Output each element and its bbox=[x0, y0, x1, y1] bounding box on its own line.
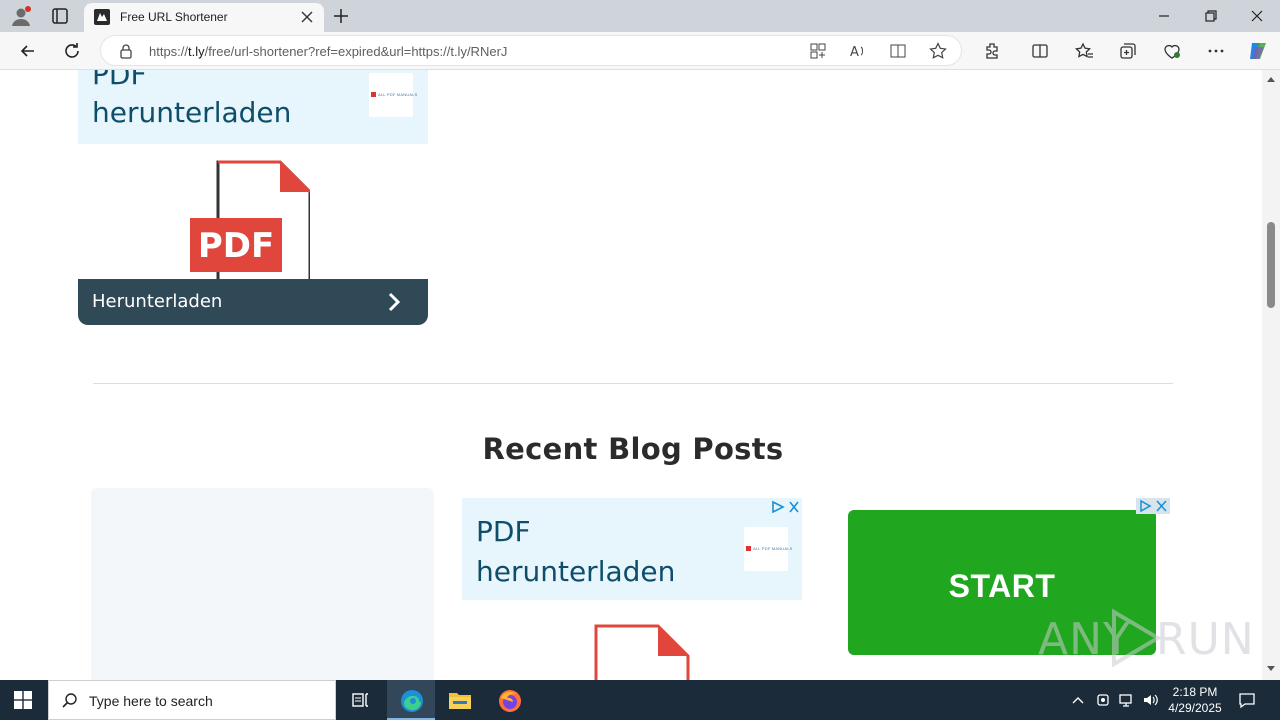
ad-logo: ALL PDF MANUALS bbox=[369, 73, 417, 117]
browser-toolbar: https://t.ly/free/url-shortener?ref=expi… bbox=[0, 32, 1280, 70]
chevron-right-icon bbox=[388, 292, 401, 312]
tab-title: Free URL Shortener bbox=[120, 10, 228, 24]
favorites-icon[interactable] bbox=[1074, 41, 1094, 61]
scroll-up-icon[interactable] bbox=[1267, 76, 1275, 82]
ad-pdf-download-middle[interactable]: PDF herunterladen ALL PDF MANUALS bbox=[462, 498, 802, 680]
notification-icon[interactable] bbox=[1238, 691, 1256, 709]
ad-headline: PDF herunterladen bbox=[476, 515, 676, 588]
refresh-icon[interactable] bbox=[62, 41, 82, 61]
chevron-up-icon[interactable] bbox=[1070, 692, 1086, 708]
close-icon[interactable] bbox=[300, 10, 314, 24]
meet-now-icon[interactable] bbox=[1095, 692, 1111, 708]
lock-icon[interactable] bbox=[119, 43, 133, 59]
scroll-down-icon[interactable] bbox=[1267, 666, 1275, 672]
ad-choices-icon[interactable] bbox=[1136, 498, 1170, 514]
svg-text:A: A bbox=[850, 45, 859, 60]
close-window-icon[interactable] bbox=[1249, 8, 1265, 24]
address-bar[interactable]: https://t.ly/free/url-shortener?ref=expi… bbox=[100, 35, 962, 66]
immersive-reader-icon[interactable] bbox=[889, 42, 907, 60]
pdf-label: PDF bbox=[198, 226, 274, 266]
ad-header: PDF herunterladen ALL PDF MANUALS bbox=[462, 498, 802, 600]
page-viewport: PDF herunterladen ALL PDF MANUALS PDF He… bbox=[0, 70, 1262, 680]
taskbar-search[interactable]: Type here to search bbox=[48, 680, 336, 720]
taskbar-firefox[interactable] bbox=[485, 680, 533, 720]
windows-taskbar: Type here to search 2:18 PM 4/29/2025 bbox=[0, 680, 1280, 720]
title-bar: Free URL Shortener bbox=[0, 0, 1280, 32]
windows-start-icon[interactable] bbox=[14, 691, 32, 709]
ad-headline: PDF herunterladen bbox=[92, 70, 292, 129]
section-title: Recent Blog Posts bbox=[482, 432, 784, 466]
split-screen-icon[interactable] bbox=[1030, 41, 1050, 61]
more-icon[interactable] bbox=[1206, 41, 1226, 61]
site-favicon bbox=[94, 9, 110, 25]
section-divider bbox=[93, 383, 1173, 384]
back-icon[interactable] bbox=[18, 41, 38, 61]
ad-pdf-download[interactable]: PDF herunterladen ALL PDF MANUALS PDF He… bbox=[78, 70, 428, 325]
file-explorer-icon bbox=[449, 693, 471, 709]
taskbar-edge[interactable] bbox=[387, 680, 435, 720]
search-placeholder: Type here to search bbox=[89, 693, 213, 709]
play-icon bbox=[1112, 608, 1162, 668]
tab-active[interactable]: Free URL Shortener bbox=[84, 3, 324, 32]
ad-header: PDF herunterladen ALL PDF MANUALS bbox=[78, 70, 428, 144]
extensions-icon[interactable] bbox=[982, 41, 1002, 61]
task-view-button[interactable] bbox=[336, 680, 384, 720]
network-icon[interactable] bbox=[1118, 692, 1134, 708]
blog-post-card[interactable] bbox=[91, 488, 434, 680]
profile-icon[interactable] bbox=[10, 5, 32, 27]
volume-icon[interactable] bbox=[1142, 692, 1158, 708]
ad-cta-button[interactable]: Herunterladen bbox=[78, 279, 428, 325]
collections-icon[interactable] bbox=[1118, 41, 1138, 61]
restore-icon[interactable] bbox=[1203, 8, 1219, 24]
copilot-icon[interactable] bbox=[1246, 39, 1270, 63]
anyrun-watermark: ANY RUN bbox=[1038, 606, 1254, 676]
search-icon bbox=[62, 693, 77, 708]
edge-icon bbox=[401, 690, 423, 712]
favorite-star-icon[interactable] bbox=[929, 42, 947, 60]
ad-choices-icon[interactable] bbox=[770, 500, 800, 514]
firefox-icon bbox=[499, 690, 521, 712]
pdf-file-icon: PDF bbox=[190, 160, 310, 284]
minimize-icon[interactable] bbox=[1156, 8, 1172, 24]
taskbar-file-explorer[interactable] bbox=[435, 680, 483, 720]
read-aloud-icon[interactable]: A bbox=[849, 42, 867, 60]
url-text[interactable]: https://t.ly/free/url-shortener?ref=expi… bbox=[149, 44, 507, 59]
browser-essentials-icon[interactable] bbox=[1162, 41, 1182, 61]
pdf-file-icon bbox=[594, 624, 690, 680]
system-clock[interactable]: 2:18 PM 4/29/2025 bbox=[1160, 684, 1230, 716]
ad-logo: ALL PDF MANUALS bbox=[744, 527, 792, 571]
ad-cta-label: Herunterladen bbox=[92, 291, 223, 312]
plus-icon[interactable] bbox=[332, 7, 350, 25]
start-button[interactable]: START bbox=[848, 568, 1156, 605]
scroll-thumb[interactable] bbox=[1267, 222, 1275, 308]
tab-actions-icon[interactable] bbox=[50, 6, 70, 26]
apps-icon[interactable] bbox=[809, 42, 827, 60]
page-scrollbar[interactable] bbox=[1262, 70, 1280, 680]
task-view-icon bbox=[352, 693, 368, 707]
